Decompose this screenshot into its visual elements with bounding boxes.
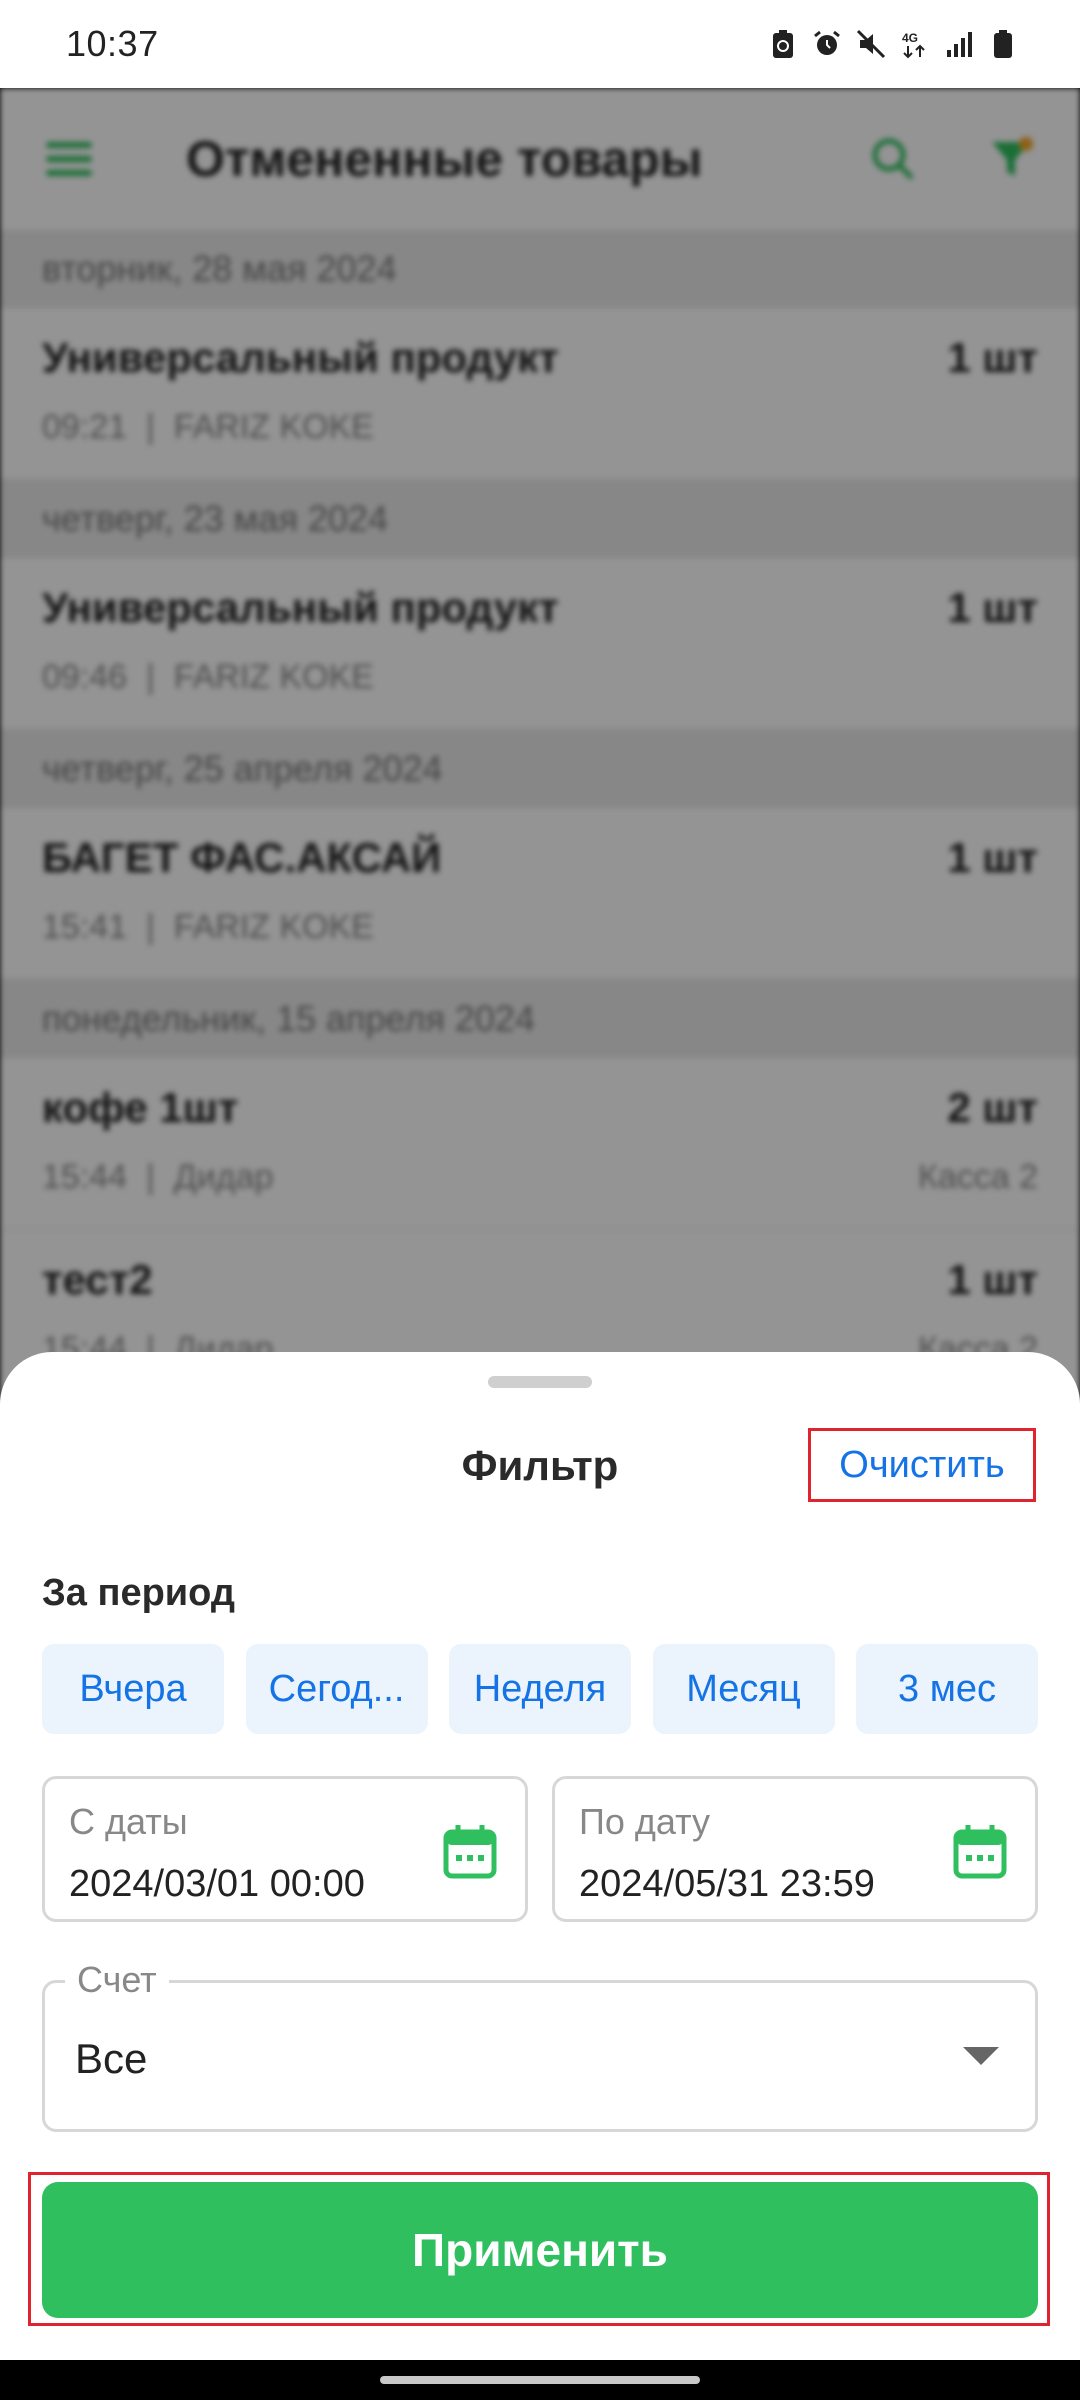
period-label: За период bbox=[42, 1572, 235, 1614]
chip-3-months[interactable]: 3 мес bbox=[856, 1644, 1038, 1734]
period-chips: Вчера Сегод... Неделя Месяц 3 мес bbox=[42, 1644, 1038, 1734]
system-nav-bar bbox=[0, 2360, 1080, 2400]
calendar-icon[interactable] bbox=[443, 1823, 497, 1879]
signal-icon bbox=[944, 29, 974, 59]
chip-week[interactable]: Неделя bbox=[449, 1644, 631, 1734]
status-bar: 10:37 4G bbox=[0, 0, 1080, 88]
network-4g-icon: 4G bbox=[900, 29, 930, 59]
chevron-down-icon bbox=[963, 2047, 999, 2065]
apply-button[interactable]: Применить bbox=[42, 2182, 1038, 2318]
calendar-icon[interactable] bbox=[953, 1823, 1007, 1879]
battery-icon bbox=[988, 29, 1018, 59]
clear-button[interactable]: Очистить bbox=[808, 1428, 1036, 1502]
chip-yesterday[interactable]: Вчера bbox=[42, 1644, 224, 1734]
account-value: Все bbox=[75, 2035, 148, 2082]
filter-sheet: Фильтр Очистить За период Вчера Сегод...… bbox=[0, 1352, 1080, 2360]
battery-saver-icon bbox=[768, 29, 798, 59]
alarm-icon bbox=[812, 29, 842, 59]
status-time: 10:37 bbox=[66, 23, 159, 64]
account-select[interactable]: Счет Все bbox=[42, 1959, 1038, 2132]
network-label: 4G bbox=[902, 31, 918, 45]
mute-icon bbox=[856, 29, 886, 59]
chip-today[interactable]: Сегод... bbox=[245, 1644, 428, 1734]
from-date-field[interactable]: С даты 2024/03/01 00:00 bbox=[42, 1776, 528, 1922]
to-date-field[interactable]: По дату 2024/05/31 23:59 bbox=[552, 1776, 1038, 1922]
account-label: Счет bbox=[65, 1959, 169, 2001]
home-gesture-handle[interactable] bbox=[380, 2376, 700, 2384]
status-icons: 4G bbox=[768, 29, 1018, 59]
sheet-handle[interactable] bbox=[488, 1376, 592, 1388]
chip-month[interactable]: Месяц bbox=[652, 1644, 835, 1734]
